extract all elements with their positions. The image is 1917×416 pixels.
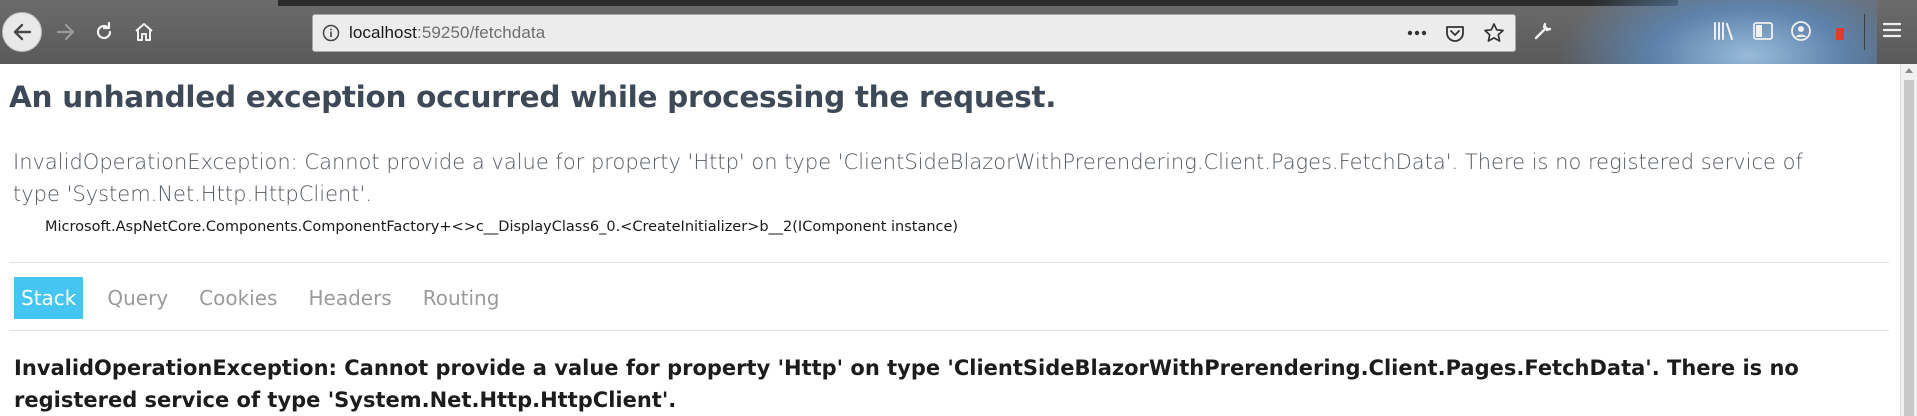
- page-scrollbar[interactable]: [1900, 64, 1917, 416]
- info-icon: [322, 24, 340, 42]
- tab-stack[interactable]: Stack: [14, 277, 84, 319]
- error-page: An unhandled exception occurred while pr…: [0, 64, 1900, 416]
- divider: [9, 330, 1889, 331]
- home-icon: [135, 23, 153, 41]
- url-text[interactable]: localhost:59250/fetchdata: [349, 23, 545, 43]
- bookmark-star-icon[interactable]: [1483, 22, 1505, 44]
- toolbar-separator: [1864, 14, 1865, 50]
- error-location: Microsoft.AspNetCore.Components.Componen…: [45, 219, 959, 235]
- home-button[interactable]: [124, 12, 164, 52]
- site-info-button[interactable]: [313, 24, 349, 42]
- divider: [9, 262, 1889, 263]
- scrollbar-thumb[interactable]: [1904, 80, 1914, 416]
- tab-routing[interactable]: Routing: [416, 277, 507, 319]
- detail-tabs: Stack Query Cookies Headers Routing: [14, 277, 523, 319]
- forward-button[interactable]: [46, 12, 86, 52]
- tab-headers[interactable]: Headers: [301, 277, 398, 319]
- url-path: :59250/fetchdata: [417, 23, 546, 42]
- page-title: An unhandled exception occurred while pr…: [9, 80, 1057, 114]
- account-icon[interactable]: [1790, 20, 1812, 42]
- forward-icon: [56, 23, 75, 41]
- back-button[interactable]: [2, 12, 42, 52]
- recording-indicator-icon: [1836, 28, 1844, 40]
- tab-query[interactable]: Query: [100, 277, 175, 319]
- reload-icon: [96, 21, 112, 40]
- library-icon[interactable]: [1712, 20, 1736, 42]
- tab-cookies[interactable]: Cookies: [192, 277, 284, 319]
- back-icon: [13, 23, 32, 41]
- menu-icon[interactable]: [1882, 20, 1902, 40]
- reload-button[interactable]: [84, 12, 124, 52]
- sidebar-icon[interactable]: [1752, 20, 1774, 42]
- url-host: localhost: [349, 23, 417, 42]
- scroll-up-arrow-icon[interactable]: [1905, 68, 1913, 73]
- url-bar[interactable]: localhost:59250/fetchdata: [312, 14, 1516, 52]
- pocket-icon[interactable]: [1445, 23, 1465, 43]
- tab-strip-edge: [278, 0, 1678, 6]
- browser-toolbar: localhost:59250/fetchdata: [0, 0, 1917, 64]
- more-icon[interactable]: [1407, 30, 1427, 36]
- error-summary: InvalidOperationException: Cannot provid…: [13, 150, 1803, 206]
- wrench-icon[interactable]: [1532, 20, 1554, 42]
- stack-exception-title: InvalidOperationException: Cannot provid…: [14, 356, 1799, 412]
